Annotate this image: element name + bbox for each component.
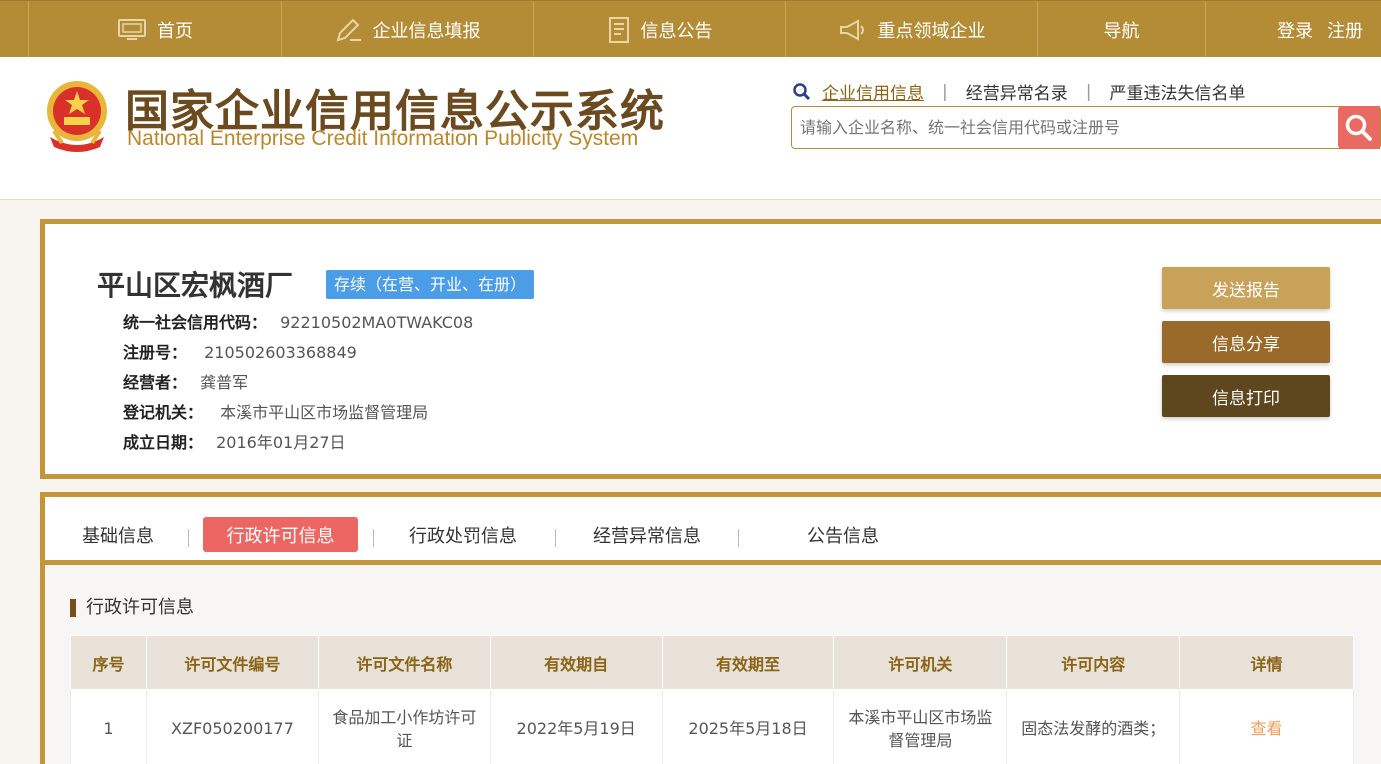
document-icon [608, 16, 629, 43]
nav-report[interactable]: 企业信息填报 [281, 1, 533, 58]
search-icon [1345, 114, 1372, 141]
divider [188, 529, 189, 547]
detail-panel: 基础信息 行政许可信息 行政处罚信息 经营异常信息 公告信息 行政许可信息 序号… [40, 492, 1381, 764]
divider: | [1085, 81, 1092, 102]
tab-admin-penalty[interactable]: 行政处罚信息 [403, 517, 523, 552]
info-value: 本溪市平山区市场监督管理局 [220, 403, 429, 422]
column-header: 有效期至 [661, 635, 835, 690]
info-authority: 登记机关： 本溪市平山区市场监督管理局 [123, 399, 428, 423]
site-title-en: National Enterprise Credit Information P… [127, 127, 639, 150]
column-header: 许可内容 [1006, 635, 1181, 690]
column-header: 许可文件名称 [317, 635, 491, 690]
tab-basic-info[interactable]: 基础信息 [75, 517, 161, 552]
cell-valid-to: 2025年5月18日 [661, 689, 835, 764]
company-card: 平山区宏枫酒厂 存续（在营、开业、在册） 统一社会信用代码： 92210502M… [40, 219, 1381, 479]
nav-home[interactable]: 首页 [28, 1, 281, 58]
login-link[interactable]: 登录 [1277, 17, 1313, 43]
divider [738, 529, 739, 547]
nav-navigation-label: 导航 [1103, 20, 1140, 42]
info-label: 登记机关： [123, 403, 204, 422]
tab-admin-permit[interactable]: 行政许可信息 [203, 517, 358, 552]
tab-bar: 基础信息 行政许可信息 行政处罚信息 经营异常信息 公告信息 [45, 497, 1381, 565]
send-report-button[interactable]: 发送报告 [1162, 267, 1330, 309]
info-label: 注册号： [123, 343, 188, 362]
info-reg-no: 注册号： 210502603368849 [123, 339, 357, 363]
column-header: 许可机关 [833, 635, 1008, 690]
column-header: 详情 [1179, 635, 1354, 690]
national-emblem-icon [47, 81, 107, 152]
cell-authority: 本溪市平山区市场监督管理局 [833, 689, 1008, 764]
info-label: 成立日期： [123, 433, 204, 452]
nav-home-label: 首页 [157, 20, 193, 42]
divider [373, 529, 374, 547]
column-header: 许可文件编号 [145, 635, 319, 690]
status-badge: 存续（在营、开业、在册） [326, 270, 535, 299]
nav-key-enterprise[interactable]: 重点领域企业 [785, 1, 1037, 58]
print-info-button[interactable]: 信息打印 [1162, 375, 1330, 417]
search-link-illegal[interactable]: 严重违法失信名单 [1109, 79, 1245, 104]
search-link-abnormal[interactable]: 经营异常名录 [966, 79, 1068, 104]
megaphone-icon [839, 18, 864, 41]
divider: | [942, 81, 948, 102]
permit-table: 序号 许可文件编号 许可文件名称 有效期自 有效期至 许可机关 许可内容 详情 … [70, 635, 1354, 764]
info-label: 经营者： [123, 373, 188, 392]
info-value: 92210502MA0TWAKC08 [280, 313, 474, 332]
info-value: 210502603368849 [204, 343, 357, 362]
info-value: 龚普军 [200, 373, 249, 392]
nav-key-enterprise-label: 重点领域企业 [877, 20, 986, 42]
view-detail-link[interactable]: 查看 [1179, 689, 1354, 764]
info-established: 成立日期： 2016年01月27日 [123, 429, 346, 453]
monitor-icon [118, 18, 146, 40]
share-info-button[interactable]: 信息分享 [1162, 321, 1330, 363]
column-header: 序号 [70, 635, 147, 690]
tab-abnormal[interactable]: 经营异常信息 [587, 517, 707, 552]
cell-valid-from: 2022年5月19日 [489, 689, 663, 764]
search-icon [793, 82, 811, 100]
tab-announcement[interactable]: 公告信息 [802, 517, 884, 552]
nav-notice[interactable]: 信息公告 [533, 1, 785, 58]
site-header: 国家企业信用信息公示系统 National Enterprise Credit … [0, 57, 1381, 200]
cell-index: 1 [70, 689, 147, 764]
company-name: 平山区宏枫酒厂 [97, 269, 294, 302]
section-title: 行政许可信息 [70, 599, 194, 617]
register-link[interactable]: 注册 [1327, 17, 1363, 43]
table-header-row: 序号 许可文件编号 许可文件名称 有效期自 有效期至 许可机关 许可内容 详情 [70, 635, 1354, 690]
table-row: 1 XZF050200177 食品加工小作坊许可证 2022年5月19日 202… [70, 689, 1354, 764]
cell-content: 固态法发酵的酒类； [1006, 689, 1181, 764]
top-nav: 首页 企业信息填报 信息公告 重点领域企业 导航 登录 注册 [0, 0, 1381, 58]
search-type-links: 企业信用信息 | 经营异常名录 | 严重违法失信名单 [792, 79, 1245, 104]
nav-report-label: 企业信息填报 [372, 20, 481, 42]
cell-permit-no: XZF050200177 [145, 689, 319, 764]
nav-navigation[interactable]: 导航 [1037, 1, 1205, 58]
nav-notice-label: 信息公告 [640, 20, 713, 42]
info-label: 统一社会信用代码： [123, 313, 268, 332]
info-value: 2016年01月27日 [216, 433, 346, 452]
search-input[interactable] [792, 107, 1332, 148]
search-box [791, 106, 1381, 149]
divider [555, 529, 556, 547]
info-credit-code: 统一社会信用代码： 92210502MA0TWAKC08 [123, 309, 473, 333]
search-button[interactable] [1338, 106, 1380, 149]
search-link-credit[interactable]: 企业信用信息 [822, 79, 924, 104]
nav-auth: 登录 注册 [1205, 1, 1381, 58]
edit-icon [336, 18, 361, 41]
column-header: 有效期自 [489, 635, 663, 690]
info-operator: 经营者： 龚普军 [123, 369, 248, 393]
cell-permit-name: 食品加工小作坊许可证 [317, 689, 491, 764]
